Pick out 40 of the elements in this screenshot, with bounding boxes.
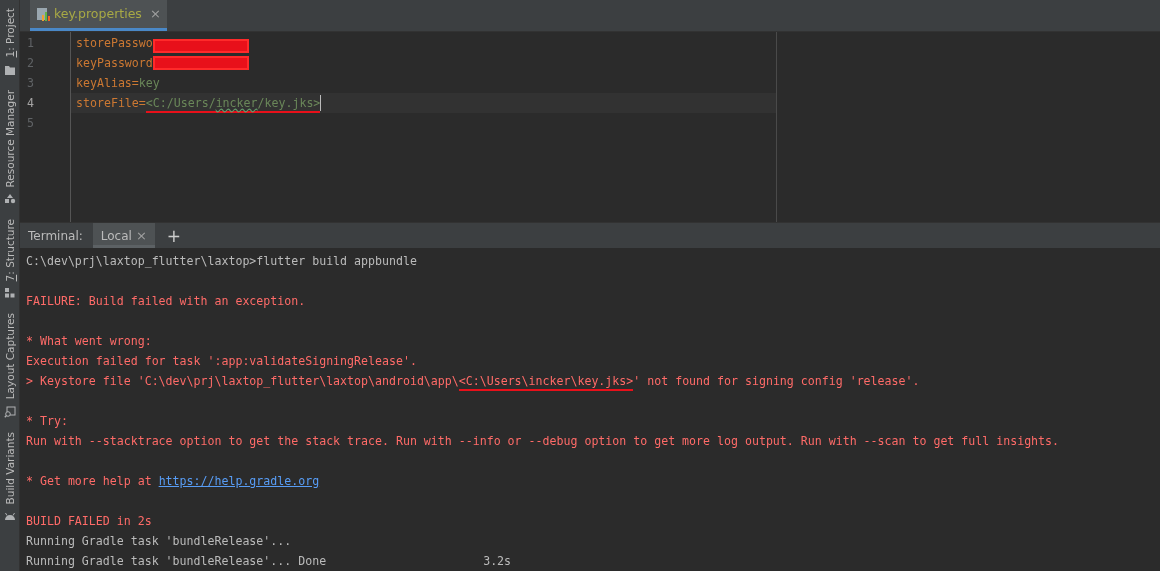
tool-window-button[interactable]: 1: Project [3,8,16,76]
code-line: storeFile=<C:/Users/incker/key.jks> [76,92,321,113]
shapes-icon [3,193,16,205]
terminal-line: > Keystore file 'C:\dev\prj\laxtop_flutter\laxtop\android\app\<C:\Users\incker\key.jks>' not found for signing config 'release'. [26,371,920,391]
help-link[interactable]: https://help.gradle.org [158,474,320,488]
close-icon[interactable]: × [149,6,161,22]
new-tab-button[interactable]: + [166,225,182,246]
terminal-line: BUILD FAILED in 2s [26,513,152,530]
terminal-line: * Try: [26,413,68,430]
line-number: 4 [26,94,35,112]
tool-window-button[interactable]: Resource Manager [3,89,16,205]
tool-window-button[interactable]: Build Variants [3,431,16,523]
structure-icon [3,287,16,300]
tool-window-button[interactable]: 7: Structure [3,219,16,300]
text-caret [320,94,322,111]
line-number: 3 [26,74,35,92]
terminal-label: Terminal: [28,228,83,243]
terminal-line: C:\dev\prj\laxtop_flutter\laxtop>flutter build appbundle [26,253,417,270]
tool-window-button[interactable]: Layout Captures [3,313,16,418]
chart-file-icon [36,6,50,21]
terminal-line: Running Gradle task 'bundleRelease'... [26,533,292,550]
terminal-line: * Get more help at https://help.gradle.org [26,473,320,490]
terminal-tab[interactable]: Local × [92,223,155,248]
android-icon [3,510,16,523]
code-line: keyAlias=key [76,74,160,92]
folder-icon [3,63,16,76]
magnifier-frame-icon [3,405,16,418]
line-number: 5 [26,114,35,132]
terminal-line: Run with --stacktrace option to get the stack trace. Run with --info or --debug option to get more log output. Run with --scan to get full insights. [26,433,1060,450]
terminal-line: * What went wrong: [26,333,152,350]
code-line: storePasswo [76,34,153,52]
terminal-line: FAILURE: Build failed with an exception. [26,293,306,310]
file-tab[interactable]: key.properties × [30,0,167,31]
line-number: 1 [26,34,35,52]
code-line: keyPassword [76,54,153,72]
terminal-line: Running Gradle task 'bundleRelease'... Done [26,553,327,570]
line-number: 2 [26,54,35,72]
elapsed-time: 3.2s [483,553,512,570]
terminal-line: Execution failed for task ':app:validateSigningRelease'. [26,353,417,370]
close-icon[interactable]: × [135,228,147,244]
